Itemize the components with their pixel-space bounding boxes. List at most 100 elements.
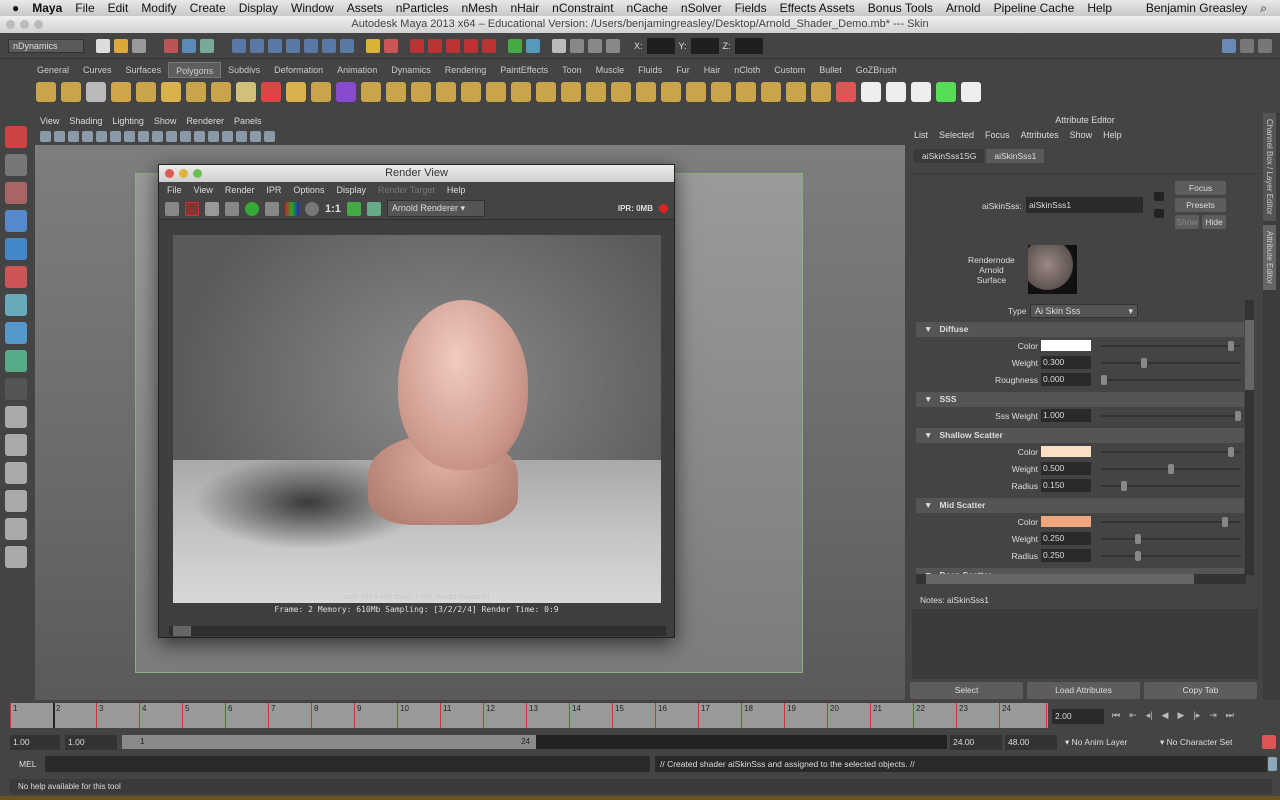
play-backwards-icon[interactable]: ◀ [1162, 710, 1169, 721]
shelf-tab-custom[interactable]: Custom [767, 62, 812, 78]
zoom-button[interactable] [34, 20, 43, 29]
collapse-arrow-icon[interactable]: ▼ [924, 430, 932, 440]
section-header-mid-scatter[interactable]: ▼ Mid Scatter [916, 498, 1244, 513]
slider-handle[interactable] [1221, 517, 1228, 527]
polygon-tool-icon[interactable] [611, 82, 631, 102]
help-icon[interactable] [340, 38, 354, 53]
go-to-end-icon[interactable]: ⏭ [1226, 710, 1234, 721]
attribute-value-field[interactable]: 1.000 [1041, 409, 1091, 422]
rv-menu-render-target[interactable]: Render Target [378, 182, 435, 198]
select-tool-icon[interactable] [5, 126, 27, 148]
snap-curve-icon[interactable] [250, 38, 264, 53]
shelf-tab-muscle[interactable]: Muscle [589, 62, 632, 78]
resolution-gate-icon[interactable] [110, 131, 121, 142]
slider-handle[interactable] [1168, 464, 1174, 474]
attribute-vertical-scrollbar[interactable] [1245, 300, 1254, 575]
rv-menu-render[interactable]: Render [225, 182, 255, 198]
polygon-tool-icon[interactable] [861, 82, 881, 102]
panel-menu-lighting[interactable]: Lighting [112, 116, 144, 126]
section-header-shallow-scatter[interactable]: ▼ Shallow Scatter [916, 428, 1244, 443]
x-field[interactable] [646, 37, 675, 54]
time-slider[interactable]: 1 2 3 4 5 6 7 8 9 10 11 12 13 14 15 16 17 18 19 20 21 22 23 24 [10, 703, 1048, 728]
panel-menu-view[interactable]: View [40, 116, 59, 126]
select-object-icon[interactable] [182, 38, 196, 53]
render-icon[interactable] [384, 38, 398, 53]
polygon-tool-icon[interactable] [311, 82, 331, 102]
presets-button[interactable]: Presets [1175, 198, 1226, 212]
polygon-tool-icon[interactable] [386, 82, 406, 102]
gate-mask-icon[interactable] [124, 131, 135, 142]
mac-menu-window[interactable]: Window [291, 1, 334, 15]
apple-menu-icon[interactable]: ● [12, 1, 19, 15]
step-forward-key-icon[interactable]: ⇥ [1209, 710, 1217, 721]
render-region-icon[interactable] [185, 201, 199, 216]
snap-point-icon[interactable] [268, 38, 282, 53]
polygon-tool-icon[interactable] [361, 82, 381, 102]
attribute-slider-track[interactable] [1101, 362, 1241, 364]
collapse-arrow-icon[interactable]: ▼ [924, 500, 932, 510]
real-size-button[interactable]: 1:1 [325, 203, 341, 215]
ae-menu-list[interactable]: List [914, 127, 928, 143]
safe-title-icon[interactable] [166, 131, 177, 142]
current-time-marker[interactable] [53, 703, 55, 728]
redo-render-icon[interactable] [165, 201, 179, 216]
ae-menu-help[interactable]: Help [1103, 127, 1122, 143]
notes-field[interactable] [912, 609, 1258, 679]
shelf-tab-general[interactable]: General [30, 62, 76, 78]
tool-settings-toggle-icon[interactable] [1240, 38, 1254, 53]
open-scene-icon[interactable] [114, 38, 128, 53]
mac-menu-create[interactable]: Create [190, 1, 226, 15]
playback-end-field[interactable]: 24.00 [950, 735, 1002, 750]
polygon-tool-icon[interactable] [161, 82, 181, 102]
mac-menu-nconstraint[interactable]: nConstraint [552, 1, 613, 15]
camera-icon[interactable] [570, 38, 584, 53]
material-swatch[interactable] [1028, 245, 1077, 294]
renderer-dropdown[interactable]: Arnold Renderer ▾ [386, 200, 485, 217]
soft-mod-icon[interactable] [5, 322, 27, 344]
rgb-channel-icon[interactable] [285, 201, 299, 216]
image-plane-icon[interactable] [68, 131, 79, 142]
tab-skin-shader[interactable]: aiSkinSss1 [986, 149, 1045, 163]
minimize-button[interactable] [20, 20, 29, 29]
mac-menu-nmesh[interactable]: nMesh [461, 1, 497, 15]
load-attributes-button[interactable]: Load Attributes [1027, 682, 1140, 699]
mac-menu-nhair[interactable]: nHair [510, 1, 539, 15]
attribute-editor-tab[interactable]: Attribute Editor [1263, 224, 1276, 290]
character-set-dropdown[interactable]: ▾ No Character Set [1160, 737, 1232, 748]
attribute-value-field[interactable]: 0.000 [1041, 373, 1091, 386]
slider-handle[interactable] [1228, 447, 1235, 457]
polygon-tool-icon[interactable] [661, 82, 681, 102]
rv-menu-ipr[interactable]: IPR [266, 182, 281, 198]
rv-menu-file[interactable]: File [167, 182, 182, 198]
mac-menu-edit[interactable]: Edit [108, 1, 129, 15]
input-ops-icon[interactable] [508, 38, 522, 53]
mac-menu-effects-assets[interactable]: Effects Assets [780, 1, 855, 15]
graph-layout-icon[interactable] [5, 490, 27, 512]
playback-start-field[interactable]: 1.00 [65, 735, 117, 750]
mac-menu-nparticles[interactable]: nParticles [396, 1, 449, 15]
shadows-icon[interactable] [236, 131, 247, 142]
mac-menu-modify[interactable]: Modify [141, 1, 176, 15]
shelf-tab-deformation[interactable]: Deformation [267, 62, 330, 78]
rv-minimize-button[interactable] [179, 169, 188, 178]
ae-menu-attributes[interactable]: Attributes [1021, 127, 1059, 143]
ae-menu-selected[interactable]: Selected [939, 127, 974, 143]
ipr-icon[interactable] [225, 201, 239, 216]
slider-handle[interactable] [1235, 411, 1241, 421]
alpha-channel-icon[interactable] [305, 201, 319, 216]
mac-menu-help[interactable]: Help [1087, 1, 1112, 15]
shelf-tab-fluids[interactable]: Fluids [631, 62, 669, 78]
rendered-image[interactable]: size: 640 x 480 zoom: 1.000 [Arnold Rend… [173, 235, 661, 603]
polygon-tool-icon[interactable] [286, 82, 306, 102]
copy-tab-button[interactable]: Copy Tab [1144, 682, 1257, 699]
polygon-tool-icon[interactable] [711, 82, 731, 102]
select-component-icon[interactable] [200, 38, 214, 53]
script-icon[interactable] [588, 38, 602, 53]
mac-menu-display[interactable]: Display [239, 1, 278, 15]
new-scene-icon[interactable] [96, 38, 110, 53]
snap-live-icon[interactable] [304, 38, 318, 53]
transform-mode-icon[interactable] [606, 38, 620, 53]
polygon-tool-icon[interactable] [636, 82, 656, 102]
shelf-tab-surfaces[interactable]: Surfaces [119, 62, 169, 78]
scale-tool-icon[interactable] [5, 266, 27, 288]
